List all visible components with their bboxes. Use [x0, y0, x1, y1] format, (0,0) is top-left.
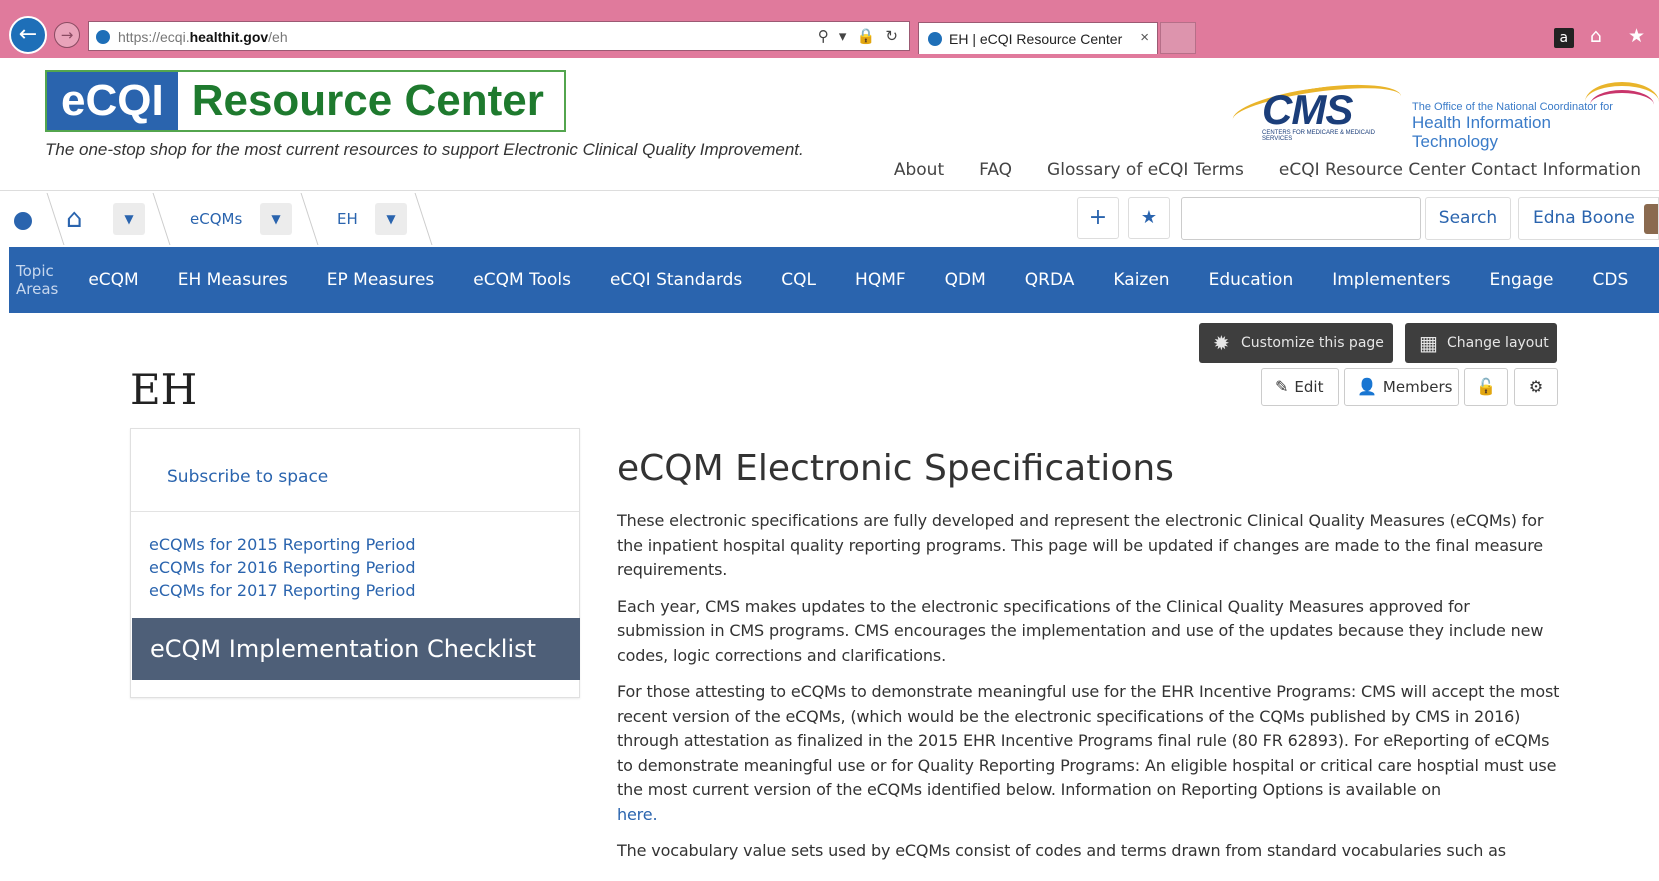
new-tab-button[interactable]: [1160, 22, 1196, 54]
tab-close-icon[interactable]: ×: [1140, 29, 1149, 46]
onc-arc-icon-2: [1590, 90, 1654, 120]
tab-title: EH | eCQI Resource Center: [949, 31, 1123, 47]
site-favicon-icon: [96, 30, 110, 44]
avatar: [1644, 204, 1658, 234]
breadcrumb-ecqms[interactable]: eCQMs: [190, 191, 242, 247]
forward-arrow-icon[interactable]: →: [54, 22, 80, 48]
favorite-button[interactable]: ★: [1128, 197, 1170, 239]
lock-button[interactable]: 🔓: [1464, 368, 1508, 406]
settings-button[interactable]: ⚙: [1514, 368, 1558, 406]
topic-qrda[interactable]: QRDA: [1025, 270, 1075, 290]
logo-ecqi: eCQI: [47, 72, 178, 130]
top-utility-nav: About FAQ Glossary of eCQI Terms eCQI Re…: [894, 160, 1641, 180]
address-url: https://ecqi.healthit.gov/eh: [118, 29, 288, 45]
customize-page-button[interactable]: ✹ Customize this page: [1199, 323, 1393, 363]
subscribe-link[interactable]: Subscribe to space: [167, 467, 328, 487]
nav-contact[interactable]: eCQI Resource Center Contact Information: [1279, 160, 1641, 180]
search-input[interactable]: [1181, 197, 1421, 240]
browser-right-tools: a ⌂ ★: [1553, 25, 1655, 48]
pencil-icon: ✎: [1275, 377, 1289, 396]
topic-areas-label: Topic Areas: [16, 262, 59, 298]
topic-eh-measures[interactable]: EH Measures: [178, 270, 288, 290]
layout-icon: ▦: [1419, 331, 1438, 355]
user-name: Edna Boone: [1533, 208, 1635, 228]
paragraph-4: The vocabulary value sets used by eCQMs …: [617, 841, 1506, 860]
gear-icon: ✹: [1213, 331, 1230, 355]
change-layout-button[interactable]: ▦ Change layout: [1405, 323, 1557, 363]
paragraph-3: For those attesting to eCQMs to demonstr…: [617, 682, 1560, 824]
topic-ep-measures[interactable]: EP Measures: [327, 270, 435, 290]
home-icon[interactable]: ⌂: [1590, 25, 1612, 47]
tab-favicon-icon: [928, 32, 942, 46]
implementation-checklist-link[interactable]: eCQM Implementation Checklist: [132, 618, 580, 680]
topic-ecqm[interactable]: eCQM: [88, 270, 138, 290]
topic-education[interactable]: Education: [1209, 270, 1294, 290]
members-button[interactable]: 👤 Members: [1344, 368, 1459, 406]
back-arrow-icon[interactable]: ←: [9, 16, 47, 54]
address-tools-icons[interactable]: ⚲ ▾ 🔒 ↻: [818, 27, 901, 45]
paragraph-2: Each year, CMS makes updates to the elec…: [617, 596, 1544, 665]
reporting-options-link[interactable]: here.: [617, 805, 658, 824]
left-sidebar-panel: Subscribe to space eCQMs for 2015 Report…: [130, 428, 580, 698]
user-menu-button[interactable]: Edna Boone: [1518, 197, 1659, 240]
link-2017-reporting[interactable]: eCQMs for 2017 Reporting Period: [149, 579, 415, 602]
edit-button[interactable]: ✎ Edit: [1261, 368, 1339, 406]
amazon-icon[interactable]: a: [1553, 28, 1574, 48]
cms-logo[interactable]: CMS CENTERS FOR MEDICARE & MEDICAID SERV…: [1230, 76, 1404, 142]
reporting-period-links: eCQMs for 2015 Reporting Period eCQMs fo…: [149, 533, 415, 602]
topic-ecqi-standards[interactable]: eCQI Standards: [610, 270, 742, 290]
add-content-button[interactable]: +: [1077, 197, 1119, 239]
topic-cql[interactable]: CQL: [781, 270, 816, 290]
nav-faq[interactable]: FAQ: [979, 160, 1012, 180]
content-heading: eCQM Electronic Specifications: [617, 448, 1174, 489]
breadcrumb-home[interactable]: ⌂: [66, 191, 83, 247]
favorites-star-icon[interactable]: ★: [1628, 25, 1655, 47]
link-2015-reporting[interactable]: eCQMs for 2015 Reporting Period: [149, 533, 415, 556]
nav-glossary[interactable]: Glossary of eCQI Terms: [1047, 160, 1244, 180]
topic-kaizen[interactable]: Kaizen: [1113, 270, 1169, 290]
cms-wordmark: CMS: [1262, 86, 1353, 133]
topic-qdm[interactable]: QDM: [945, 270, 986, 290]
topic-implementers[interactable]: Implementers: [1332, 270, 1450, 290]
main-content: eCQM Electronic Specifications These ele…: [617, 448, 1562, 876]
browser-chrome: ← → https://ecqi.healthit.gov/eh ⚲ ▾ 🔒 ↻…: [0, 0, 1659, 58]
site-logo[interactable]: eCQI Resource Center: [45, 70, 566, 132]
search-button[interactable]: Search: [1425, 197, 1511, 240]
nav-about[interactable]: About: [894, 160, 944, 180]
address-bar[interactable]: https://ecqi.healthit.gov/eh ⚲ ▾ 🔒 ↻: [88, 21, 910, 51]
browser-tab[interactable]: EH | eCQI Resource Center ×: [918, 22, 1158, 54]
divider: [131, 511, 579, 512]
topic-cds[interactable]: CDS: [1593, 270, 1629, 290]
home-icon: ⌂: [66, 204, 83, 234]
gear-icon: ⚙: [1528, 377, 1544, 396]
topic-hqmf[interactable]: HQMF: [855, 270, 906, 290]
paragraph-1: These electronic specifications are full…: [617, 511, 1544, 579]
page-title: EH: [130, 365, 198, 414]
topic-engage[interactable]: Engage: [1490, 270, 1554, 290]
topic-areas-nav: Topic Areas eCQM EH Measures EP Measures…: [9, 247, 1659, 313]
breadcrumb-eh[interactable]: EH: [337, 191, 358, 247]
site-tagline: The one-stop shop for the most current r…: [45, 140, 804, 159]
cms-subtitle: CENTERS FOR MEDICARE & MEDICAID SERVICES: [1262, 130, 1376, 142]
logo-resource-center: Resource Center: [177, 72, 564, 130]
link-2016-reporting[interactable]: eCQMs for 2016 Reporting Period: [149, 556, 415, 579]
unlock-icon: 🔓: [1476, 377, 1496, 396]
topic-ecqm-tools[interactable]: eCQM Tools: [473, 270, 571, 290]
user-icon: 👤: [1357, 377, 1377, 396]
